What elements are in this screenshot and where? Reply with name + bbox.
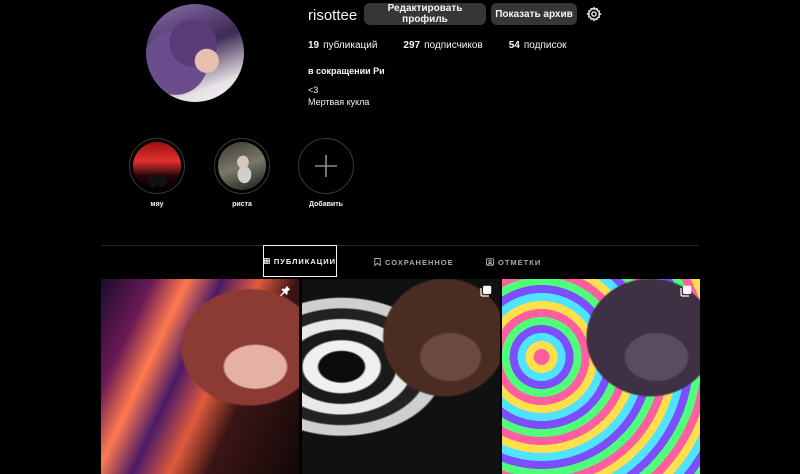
grid-icon <box>264 258 270 264</box>
profile-page: risottee Редактировать профиль Показать … <box>0 0 800 474</box>
highlight-label: риста <box>232 201 252 208</box>
highlight-label: Добавить <box>309 201 343 208</box>
edit-profile-button[interactable]: Редактировать профиль <box>364 3 486 25</box>
following-stat[interactable]: 54 подписок <box>509 40 567 51</box>
tab-posts[interactable]: ПУБЛИКАЦИИ <box>263 245 337 277</box>
post-thumbnail[interactable] <box>302 279 500 474</box>
highlight-ring <box>298 138 354 194</box>
post-image <box>101 279 299 474</box>
followers-stat[interactable]: 297 подписчиков <box>403 40 482 51</box>
highlight-ring <box>129 138 185 194</box>
following-count: 54 <box>508 40 520 51</box>
post-thumbnail[interactable] <box>502 279 700 474</box>
highlight-cover <box>218 142 266 190</box>
carousel-icon <box>680 285 692 297</box>
posts-label: публикаций <box>323 40 378 51</box>
gear-icon[interactable] <box>586 6 602 22</box>
profile-avatar[interactable] <box>146 4 244 102</box>
post-thumbnail[interactable] <box>101 279 299 474</box>
post-image <box>502 279 700 474</box>
followers-count: 297 <box>403 40 421 51</box>
highlight-ring <box>214 138 270 194</box>
followers-label: подписчиков <box>424 40 483 51</box>
posts-stat: 19 публикаций <box>308 40 377 51</box>
profile-stats: 19 публикаций 297 подписчиков 54 подписок <box>308 40 593 51</box>
profile-bio-line: Мертвая кукла <box>308 97 370 107</box>
add-highlight-button[interactable]: Добавить <box>298 138 354 208</box>
plus-icon <box>315 155 337 177</box>
carousel-icon <box>480 285 492 297</box>
highlight-myau[interactable]: мяу <box>129 138 185 208</box>
profile-full-name: в сокращении Ри <box>308 66 385 76</box>
highlight-rista[interactable]: риста <box>214 138 270 208</box>
following-label: подписок <box>523 40 567 51</box>
profile-bio-line: <3 <box>308 85 319 95</box>
view-archive-button[interactable]: Показать архив <box>491 3 577 25</box>
tab-tagged[interactable]: ОТМЕТКИ <box>486 246 541 278</box>
highlight-label: мяу <box>150 201 164 208</box>
tab-saved[interactable]: СОХРАНЕННОЕ <box>374 246 454 278</box>
bookmark-icon <box>374 258 381 266</box>
highlight-cover <box>133 142 181 190</box>
tag-icon <box>486 258 494 266</box>
tab-label: ОТМЕТКИ <box>498 257 542 267</box>
tab-label: ПУБЛИКАЦИИ <box>273 256 336 266</box>
posts-count: 19 <box>308 40 320 51</box>
pin-icon <box>280 285 291 297</box>
tab-label: СОХРАНЕННОЕ <box>385 257 454 267</box>
profile-username: risottee <box>308 7 358 24</box>
post-image <box>302 279 500 474</box>
